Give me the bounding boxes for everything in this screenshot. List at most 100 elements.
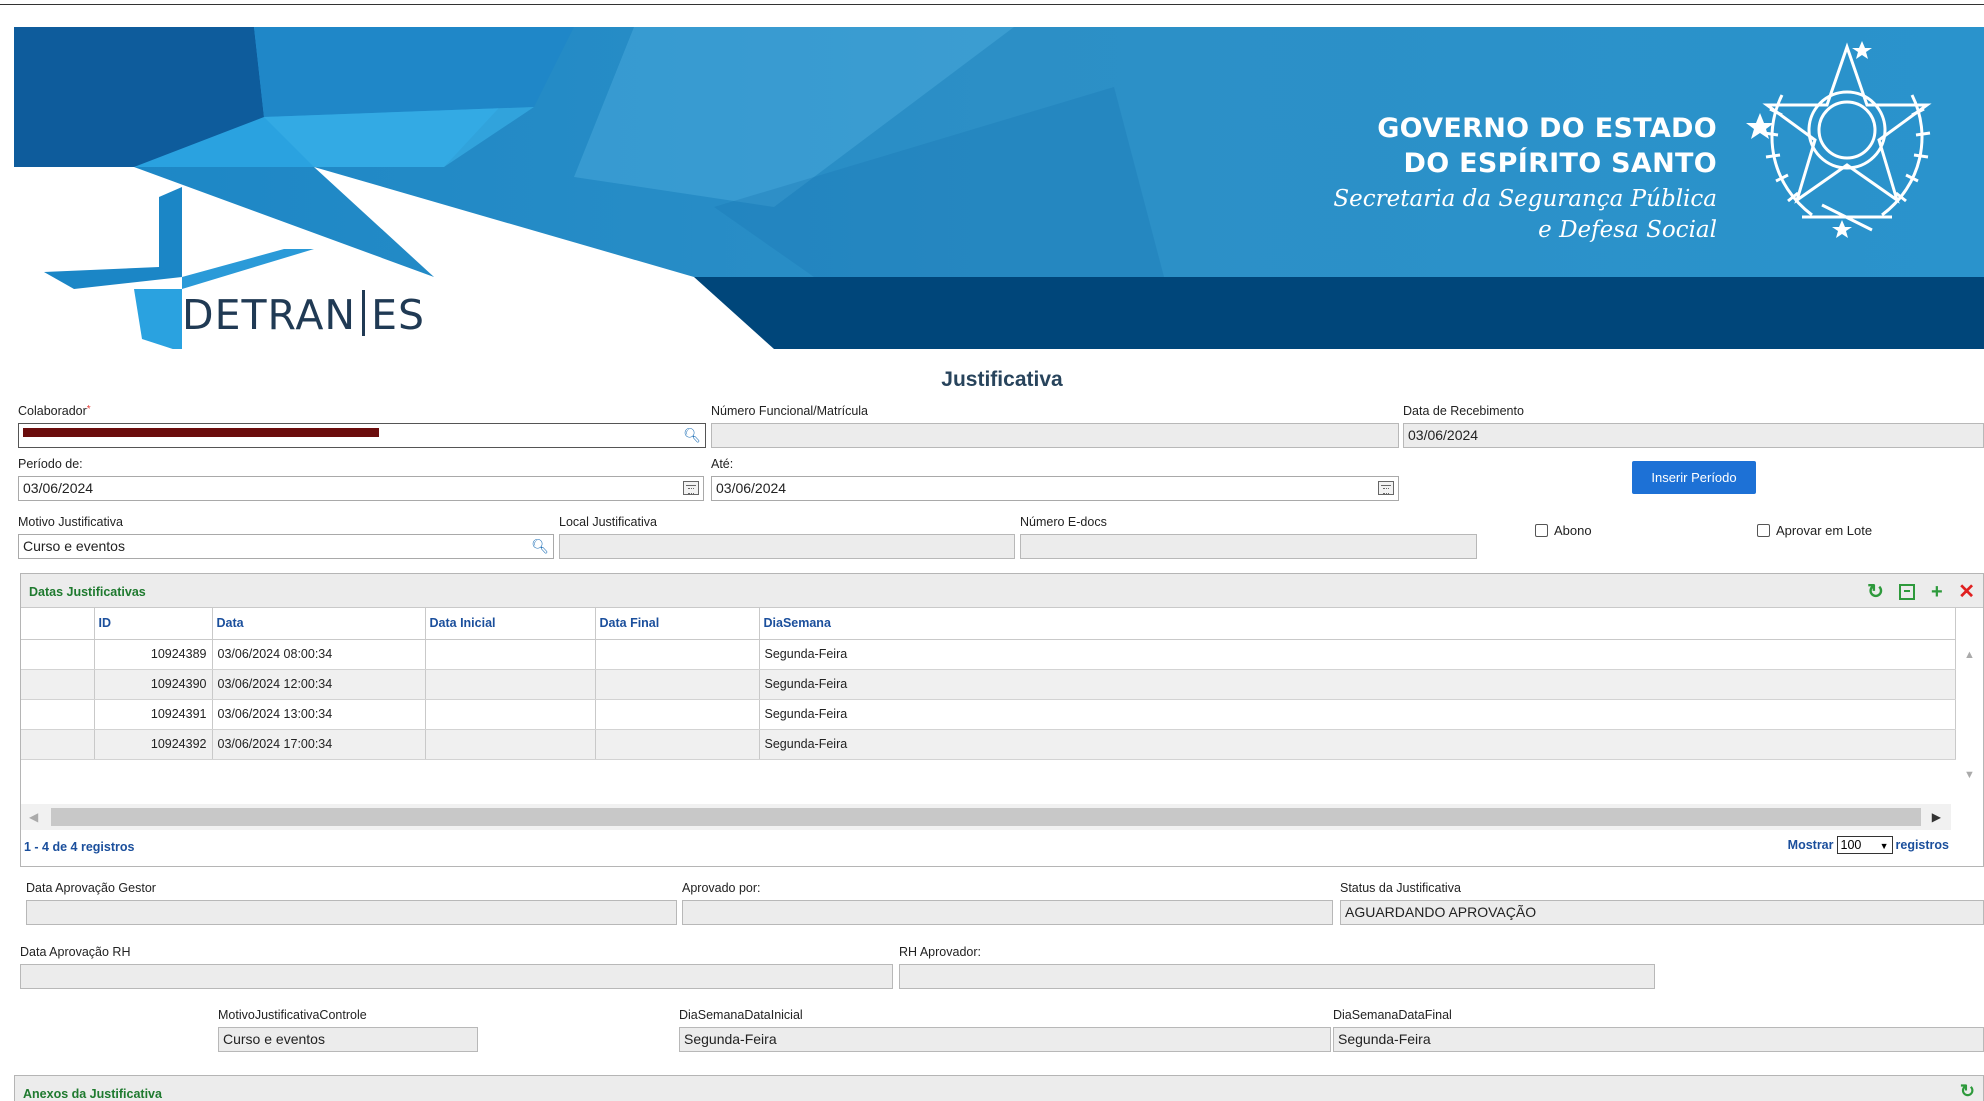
column-header-data-final[interactable]: Data Final [595, 608, 760, 640]
table-row[interactable]: 10924389 03/06/2024 08:00:34 Segunda-Fei… [21, 639, 1956, 670]
datas-table: ID Data Data Inicial Data Final DiaSeman… [21, 608, 1956, 760]
cell-data: 03/06/2024 13:00:34 [212, 699, 426, 730]
abono-checkbox[interactable]: Abono [1535, 523, 1592, 538]
cell-data: 03/06/2024 17:00:34 [212, 729, 426, 760]
scroll-left-icon[interactable]: ◀ [29, 810, 38, 824]
scrollbar-thumb[interactable] [51, 808, 1921, 826]
refresh-icon[interactable]: ↻ [1960, 1081, 1975, 1101]
table-row[interactable]: 10924391 03/06/2024 13:00:34 Segunda-Fei… [21, 699, 1956, 730]
abono-checkbox-box[interactable] [1535, 524, 1548, 537]
secretaria-subtitle: Secretaria da Segurança Pública e Defesa… [1333, 184, 1717, 246]
logo-separator [362, 290, 366, 336]
subtitle-line1: Secretaria da Segurança Pública [1333, 186, 1717, 212]
motivo-controle-label: MotivoJustificativaControle [218, 1008, 367, 1022]
grid-toolbar: ↻ + ✕ [1857, 579, 1975, 604]
periodo-de-label: Período de: [18, 457, 83, 471]
scroll-down-icon[interactable]: ▼ [1964, 769, 1975, 781]
aprovar-lote-label: Aprovar em Lote [1776, 523, 1873, 538]
column-header-data[interactable]: Data [212, 608, 426, 640]
redaction-bar [23, 428, 379, 437]
delete-icon[interactable]: ✕ [1958, 579, 1975, 604]
inserir-periodo-button[interactable]: Inserir Período [1632, 461, 1756, 494]
cell-id: 10924389 [94, 639, 213, 670]
aprovado-por-field [682, 900, 1333, 925]
cell-dia-semana: Segunda-Feira [759, 699, 1956, 730]
cell-data-inicial [425, 639, 596, 670]
records-info: 1 - 4 de 4 registros [24, 840, 135, 854]
motivo-controle-field: Curso e eventos [218, 1027, 478, 1052]
cell-dia-semana: Segunda-Feira [759, 669, 1956, 700]
data-aprovacao-gestor-field [26, 900, 677, 925]
motivo-input[interactable]: Curso e eventos 🔍︎ [18, 534, 554, 559]
chevron-down-icon: ▼ [1879, 841, 1889, 851]
column-header-id[interactable]: ID [94, 608, 213, 640]
row-selector[interactable] [21, 639, 95, 670]
table-row[interactable]: 10924392 03/06/2024 17:00:34 Segunda-Fei… [21, 729, 1956, 760]
datas-justificativas-panel: Datas Justificativas ↻ + ✕ ID Data Data … [20, 573, 1984, 867]
aprovado-por-label: Aprovado por: [682, 881, 761, 895]
grid-header: Datas Justificativas ↻ + ✕ [21, 574, 1983, 608]
motivo-label: Motivo Justificativa [18, 515, 123, 529]
dia-final-label: DiaSemanaDataFinal [1333, 1008, 1452, 1022]
calendar-icon[interactable] [1378, 481, 1394, 495]
column-header-select[interactable] [21, 608, 95, 640]
gov-title-line1: GOVERNO DO ESTADO [1377, 113, 1717, 144]
calendar-icon[interactable] [683, 481, 699, 495]
show-label: Mostrar [1787, 838, 1834, 852]
page-title: Justificativa [941, 368, 1063, 391]
edocs-field [1020, 534, 1477, 559]
header-banner: GOVERNO DO ESTADO DO ESPÍRITO SANTO Secr… [14, 27, 1984, 349]
records-label: registros [1895, 838, 1950, 852]
search-icon[interactable]: 🔍︎ [531, 538, 549, 555]
numero-funcional-label: Número Funcional/Matrícula [711, 404, 869, 418]
cell-data-final [595, 699, 760, 730]
search-icon[interactable]: 🔍︎ [683, 427, 701, 444]
refresh-icon[interactable]: ↻ [1867, 579, 1884, 604]
page-size-control: Mostrar 100 ▼ registros [1788, 836, 1949, 854]
grid-title: Datas Justificativas [29, 585, 146, 599]
data-recebimento-field: 03/06/2024 [1403, 423, 1984, 448]
colaborador-input[interactable]: MIGUEL DE FREITAS GOMES 🔍︎ [18, 423, 706, 448]
vertical-scrollbar[interactable]: ▲ ▼ [1957, 639, 1983, 819]
cell-data-inicial [425, 669, 596, 700]
table-row[interactable]: 10924390 03/06/2024 12:00:34 Segunda-Fei… [21, 669, 1956, 700]
ate-label: Até: [711, 457, 734, 471]
page-size-select[interactable]: 100 ▼ [1836, 836, 1893, 854]
coat-of-arms-icon [1746, 41, 1932, 238]
rh-aprovador-label: RH Aprovador: [899, 945, 981, 959]
required-marker: * [86, 404, 91, 415]
data-aprovacao-gestor-label: Data Aprovação Gestor [26, 881, 156, 895]
anexos-title: Anexos da Justificativa [23, 1087, 162, 1101]
column-header-data-inicial[interactable]: Data Inicial [425, 608, 596, 640]
row-selector[interactable] [21, 729, 95, 760]
scroll-right-icon[interactable]: ▶ [1932, 810, 1941, 824]
subtitle-line2: e Defesa Social [1538, 217, 1717, 243]
local-label: Local Justificativa [559, 515, 657, 529]
aprovar-lote-checkbox-box[interactable] [1757, 524, 1770, 537]
ate-input[interactable]: 03/06/2024 [711, 476, 1399, 501]
status-label: Status da Justificativa [1340, 881, 1461, 895]
numero-funcional-field [711, 423, 1399, 448]
export-icon[interactable] [1899, 584, 1916, 600]
row-selector[interactable] [21, 699, 95, 730]
cell-id: 10924390 [94, 669, 213, 700]
rh-aprovador-field [899, 964, 1655, 989]
column-header-dia-semana[interactable]: DiaSemana [759, 608, 1956, 640]
add-icon[interactable]: + [1931, 581, 1943, 604]
periodo-de-input[interactable]: 03/06/2024 [18, 476, 704, 501]
anexos-panel: Anexos da Justificativa ↻ [14, 1075, 1984, 1101]
cell-data-final [595, 639, 760, 670]
ate-value: 03/06/2024 [716, 480, 787, 496]
motivo-value: Curso e eventos [23, 538, 125, 554]
cell-data: 03/06/2024 08:00:34 [212, 639, 426, 670]
cell-id: 10924392 [94, 729, 213, 760]
scroll-up-icon[interactable]: ▲ [1964, 649, 1975, 661]
table-header-row: ID Data Data Inicial Data Final DiaSeman… [21, 608, 1956, 640]
row-selector[interactable] [21, 669, 95, 700]
aprovar-lote-checkbox[interactable]: Aprovar em Lote [1757, 523, 1872, 538]
cell-data: 03/06/2024 12:00:34 [212, 669, 426, 700]
status-field: AGUARDANDO APROVAÇÃO [1340, 900, 1984, 925]
data-recebimento-label: Data de Recebimento [1403, 404, 1524, 418]
government-title: GOVERNO DO ESTADO DO ESPÍRITO SANTO [1377, 111, 1717, 181]
horizontal-scrollbar[interactable]: ◀ ▶ [21, 804, 1951, 830]
